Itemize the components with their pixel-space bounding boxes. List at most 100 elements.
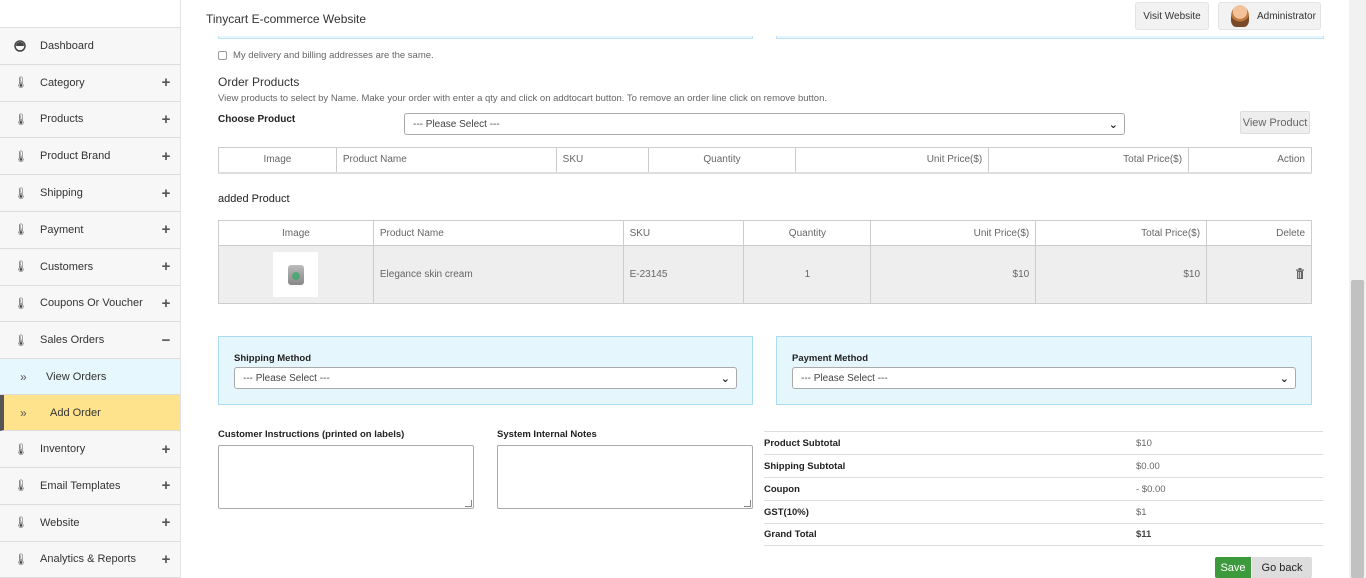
payment-method-select[interactable]: --- Please Select --- ⌄	[792, 367, 1296, 389]
order-totals: Product Subtotal $10 Shipping Subtotal $…	[764, 431, 1323, 546]
admin-label: Administrator	[1257, 10, 1316, 22]
sidebar-subitem-view-orders[interactable]: » View Orders	[0, 359, 180, 396]
added-product-title: added Product	[218, 193, 290, 205]
thermometer-icon: 🌡︎	[14, 77, 28, 90]
plus-icon[interactable]: +	[152, 295, 180, 312]
coupon-row: Coupon - $0.00	[764, 477, 1323, 500]
sidebar-item-product-brand[interactable]: 🌡︎ Product Brand +	[0, 138, 180, 176]
sidebar-item-label: Customers	[40, 260, 94, 273]
thermometer-icon: 🌡︎	[14, 553, 28, 566]
site-title: Tinycart E-commerce Website	[206, 12, 367, 26]
sidebar-item-sales-orders[interactable]: 🌡︎ Sales Orders −	[0, 322, 180, 360]
delete-cell	[1206, 245, 1312, 304]
sidebar-item-label: Analytics & Reports	[40, 553, 136, 566]
product-thumbnail	[273, 252, 319, 297]
plus-icon[interactable]: +	[152, 221, 180, 238]
col-unit-price: Unit Price($)	[795, 147, 990, 173]
sidebar-item-analytics[interactable]: 🌡︎ Analytics & Reports +	[0, 542, 180, 578]
col-total-price: Total Price($)	[1035, 220, 1208, 246]
sidebar-item-website[interactable]: 🌡︎ Website +	[0, 505, 180, 542]
double-chevron-icon: »	[20, 369, 27, 384]
top-header: Tinycart E-commerce Website Visit Websit…	[181, 0, 1366, 36]
col-sku: SKU	[622, 220, 745, 246]
same-address-checkbox[interactable]	[218, 51, 227, 60]
main-content: Tinycart E-commerce Website Visit Websit…	[181, 0, 1366, 578]
go-back-button[interactable]: Go back	[1252, 557, 1312, 578]
shipping-method-label: Shipping Method	[234, 353, 312, 364]
avatar	[1231, 5, 1249, 27]
sidebar-item-label: Inventory	[40, 443, 86, 456]
admin-menu-button[interactable]: Administrator	[1218, 2, 1321, 30]
sidebar-item-label: Payment	[40, 223, 84, 236]
sidebar-item-inventory[interactable]: 🌡︎ Inventory +	[0, 431, 180, 468]
view-product-button[interactable]: View Product	[1240, 111, 1310, 134]
total-label: Coupon	[764, 483, 800, 495]
choose-product-value: --- Please Select ---	[413, 118, 500, 130]
shipping-method-panel: Shipping Method --- Please Select --- ⌄	[218, 336, 753, 405]
plus-icon[interactable]: +	[152, 111, 180, 128]
scrollbar-thumb[interactable]	[1351, 280, 1364, 578]
col-image: Image	[218, 220, 374, 246]
visit-website-button[interactable]: Visit Website	[1135, 2, 1209, 30]
plus-icon[interactable]: +	[152, 258, 180, 275]
thermometer-icon: 🌡︎	[14, 187, 28, 200]
choose-product-select[interactable]: --- Please Select --- ⌄	[404, 113, 1125, 135]
grand-total-row: Grand Total $11	[764, 523, 1323, 546]
col-delete: Delete	[1206, 220, 1312, 246]
sidebar-item-label: Dashboard	[40, 39, 94, 52]
total-value: $1	[1136, 506, 1147, 518]
sidebar-item-payment[interactable]: 🌡︎ Payment +	[0, 212, 180, 249]
sidebar-item-category[interactable]: 🌡︎ Category +	[0, 65, 180, 102]
sku-cell: E-23145	[622, 245, 745, 304]
sidebar-item-email-templates[interactable]: 🌡︎ Email Templates +	[0, 468, 180, 505]
shipping-method-select[interactable]: --- Please Select --- ⌄	[234, 367, 737, 389]
plus-icon[interactable]: +	[152, 185, 180, 202]
thermometer-icon: 🌡︎	[14, 334, 28, 347]
sidebar-subitem-add-order[interactable]: » Add Order	[0, 395, 180, 432]
chevron-down-icon: ⌄	[1279, 373, 1289, 385]
sidebar-item-products[interactable]: 🌡︎ Products +	[0, 102, 180, 139]
col-total-price: Total Price($)	[988, 147, 1190, 173]
payment-method-panel: Payment Method --- Please Select --- ⌄	[776, 336, 1312, 405]
internal-notes-textarea[interactable]	[497, 445, 753, 509]
product-subtotal-row: Product Subtotal $10	[764, 431, 1323, 454]
total-label: Grand Total	[764, 529, 817, 540]
total-price-cell: $10	[1035, 245, 1208, 304]
customer-instructions-textarea[interactable]	[218, 445, 474, 509]
thermometer-icon: 🌡︎	[14, 297, 28, 310]
plus-icon[interactable]: +	[152, 514, 180, 531]
sidebar-item-coupons[interactable]: 🌡︎ Coupons Or Voucher +	[0, 286, 180, 323]
minus-icon[interactable]: −	[152, 332, 180, 349]
sidebar-item-label: Shipping	[40, 187, 83, 200]
same-address-row[interactable]: My delivery and billing addresses are th…	[218, 50, 434, 61]
plus-icon[interactable]: +	[152, 148, 180, 165]
delivery-panel-edge	[776, 36, 1324, 39]
shipping-method-value: --- Please Select ---	[243, 372, 330, 384]
page-scrollbar[interactable]	[1349, 0, 1366, 578]
plus-icon[interactable]: +	[152, 477, 180, 494]
total-value: $10	[1136, 437, 1152, 449]
quantity-cell: 1	[743, 245, 872, 304]
dashboard-icon	[0, 40, 40, 52]
sidebar-item-shipping[interactable]: 🌡︎ Shipping +	[0, 175, 180, 212]
col-quantity: Quantity	[647, 147, 797, 173]
plus-icon[interactable]: +	[152, 551, 180, 568]
save-button[interactable]: Save	[1215, 557, 1251, 578]
plus-icon[interactable]: +	[152, 441, 180, 458]
total-label: GST(10%)	[764, 506, 809, 518]
thermometer-icon: 🌡︎	[14, 150, 28, 163]
thermometer-icon: 🌡︎	[14, 261, 28, 274]
thermometer-icon: 🌡︎	[14, 443, 28, 456]
double-chevron-icon: »	[20, 405, 27, 420]
sidebar-item-customers[interactable]: 🌡︎ Customers +	[0, 249, 180, 286]
total-label: Product Subtotal	[764, 437, 841, 449]
sidebar-item-dashboard[interactable]: Dashboard	[0, 28, 180, 65]
plus-icon[interactable]: +	[152, 74, 180, 91]
col-image: Image	[218, 147, 337, 173]
sidebar-item-label: View Orders	[46, 370, 107, 383]
col-unit-price: Unit Price($)	[870, 220, 1037, 246]
trash-icon[interactable]	[1295, 267, 1305, 282]
total-value: $0.00	[1136, 460, 1160, 472]
total-value: - $0.00	[1136, 483, 1166, 495]
gst-row: GST(10%) $1	[764, 500, 1323, 523]
